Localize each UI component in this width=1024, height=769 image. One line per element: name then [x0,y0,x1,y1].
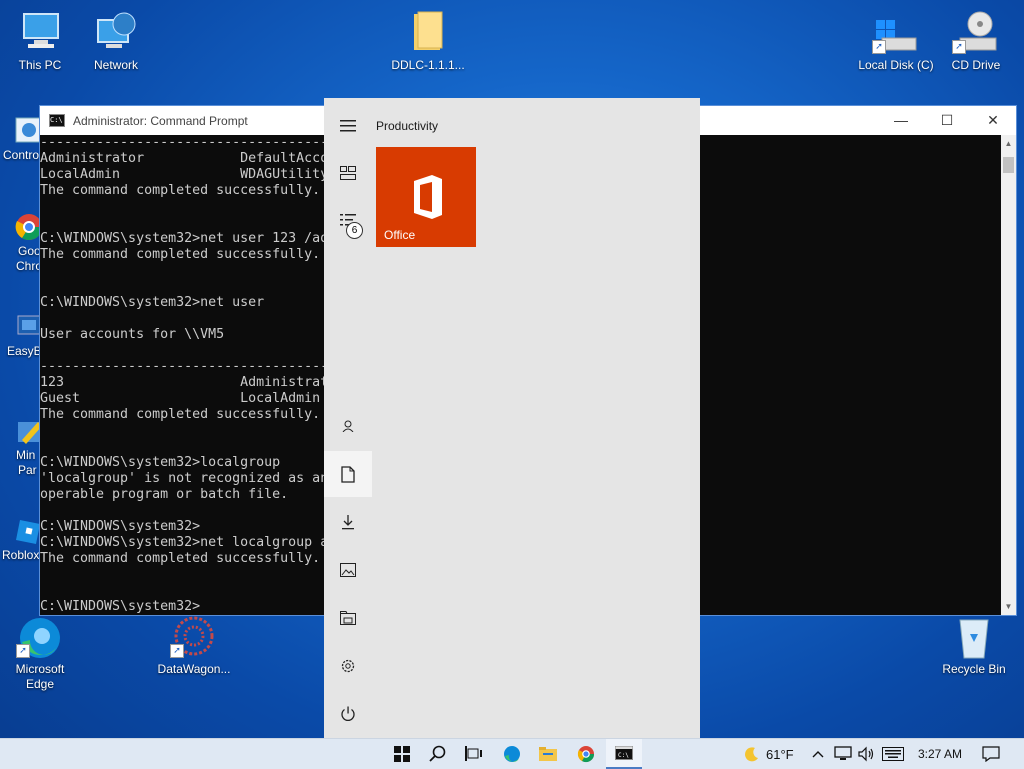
desktop-icon-minitool[interactable]: Min Par [0,416,42,478]
minitool-label-line1: Min [16,448,36,462]
svg-text:C:\: C:\ [618,752,629,759]
edge-icon [504,746,520,762]
taskbar-cmd-button[interactable]: C:\ [606,739,642,769]
roblox-label: Roblox [2,548,40,562]
network-icon [92,10,140,54]
recycle-bin-label: Recycle Bin [942,662,1006,676]
chevron-up-icon [812,751,824,758]
easybcd-label: EasyB [7,344,42,358]
computer-icon [16,10,64,54]
cd-drive-icon: ➚ [952,10,1000,54]
keyboard-icon [882,747,904,761]
weather-moon-icon [745,747,758,762]
windows-start-button[interactable] [384,739,420,769]
taskbar-file-explorer-button[interactable] [530,739,566,769]
taskbar-edge-button[interactable] [494,739,530,769]
notification-badge: 6 [346,222,363,239]
user-account-icon[interactable] [324,403,372,449]
cmd-window-title: Administrator: Command Prompt [73,113,248,128]
desktop-icon-local-disk[interactable]: ➚ Local Disk (C) [856,10,936,73]
tile-group-title[interactable]: Productivity [376,119,438,133]
task-view-button[interactable] [456,739,492,769]
shortcut-arrow-icon: ➚ [16,644,30,658]
edge-label-line1: Microsoft [15,662,65,676]
shortcut-arrow-icon: ➚ [952,40,966,54]
desktop-icon-network[interactable]: Network [76,10,156,73]
task-view-icon [465,746,482,761]
control-panel-label: Contro [3,148,40,162]
network-status-button[interactable] [834,739,852,769]
desktop-icon-this-pc[interactable]: This PC [0,10,80,73]
windows-logo-icon [394,746,410,762]
clock-time: 3:27 AM [918,747,963,761]
clock[interactable]: 3:27 AM [918,739,962,769]
downloads-icon[interactable] [324,499,372,545]
office-tile-label: Office [384,228,416,242]
search-icon [429,745,446,762]
notification-center-button[interactable] [982,739,1000,769]
weather-widget[interactable]: 61°F [744,739,794,769]
desktop-icon-google-chrome[interactable]: Goo Chro [0,212,43,274]
desktop-icon-ddlc[interactable]: DDLC-1.1.1... [388,10,468,73]
speaker-icon [858,746,874,762]
close-button[interactable]: ✕ [970,106,1016,135]
power-icon[interactable] [324,691,372,737]
desktop-icon-cd-drive[interactable]: ➚ CD Drive [936,10,1016,73]
folder-icon [404,10,452,54]
cd-drive-label: CD Drive [951,58,1001,72]
desktop-icon-control-panel[interactable]: Contro [0,116,43,163]
volume-button[interactable] [858,739,876,769]
scrollbar-thumb[interactable] [1003,157,1014,173]
notification-icon [982,746,1000,762]
taskbar: C:\ 61°F 3:27 AM [0,738,1024,769]
edge-label-line2: Edge [25,677,55,691]
local-disk-label: Local Disk (C) [858,58,934,72]
weather-temperature: 61°F [766,746,794,762]
hamburger-menu-icon[interactable] [324,103,372,149]
desktop-icon-easybcd[interactable]: EasyB [0,312,42,359]
search-button[interactable] [420,739,456,769]
maximize-button[interactable]: ☐ [924,106,970,135]
pinned-tiles-icon[interactable] [324,150,372,196]
minimize-button[interactable]: — [878,106,924,135]
folder-icon [539,747,557,761]
recycle-bin-icon [950,614,998,659]
chrome-icon [577,746,595,763]
input-indicator-button[interactable] [882,739,904,769]
command-prompt-icon: C:\ [615,746,633,760]
cmd-app-icon: C:\ [49,114,65,127]
documents-icon[interactable] [324,451,372,497]
this-pc-label: This PC [18,58,62,72]
datawagon-label: DataWagon... [157,662,231,676]
edge-icon: ➚ [16,614,64,658]
network-label: Network [93,58,138,72]
minitool-label-line2: Par [18,463,37,477]
start-menu[interactable]: 6 Productivity Office [324,98,700,738]
office-tile[interactable]: Office [376,147,476,247]
cmd-scrollbar[interactable]: ▲ ▼ [1001,135,1016,615]
chrome-label-line2: Chro [16,259,43,273]
desktop-icon-roblox[interactable]: Roblox [0,516,40,563]
desktop-icon-datawagon[interactable]: ➚ DataWagon... [154,614,234,677]
ddlc-label: DDLC-1.1.1... [391,58,465,72]
shortcut-arrow-icon: ➚ [872,40,886,54]
file-explorer-icon[interactable] [324,595,372,641]
network-wired-icon [834,746,852,760]
pictures-icon[interactable] [324,547,372,593]
scroll-up-icon[interactable]: ▲ [1001,135,1016,152]
settings-gear-icon[interactable] [324,643,372,689]
taskbar-chrome-button[interactable] [568,739,604,769]
scroll-down-icon[interactable]: ▼ [1001,598,1016,615]
desktop-icon-microsoft-edge[interactable]: ➚ Microsoft Edge [0,614,80,692]
start-menu-rail: 6 [324,98,372,738]
chrome-label-line1: Goo [18,244,41,258]
local-disk-icon: ➚ [872,10,920,54]
desktop-icon-recycle-bin[interactable]: Recycle Bin [934,614,1014,677]
shortcut-arrow-icon: ➚ [170,644,184,658]
datawagon-icon: ➚ [170,614,218,658]
show-hidden-icons-button[interactable] [812,739,824,769]
